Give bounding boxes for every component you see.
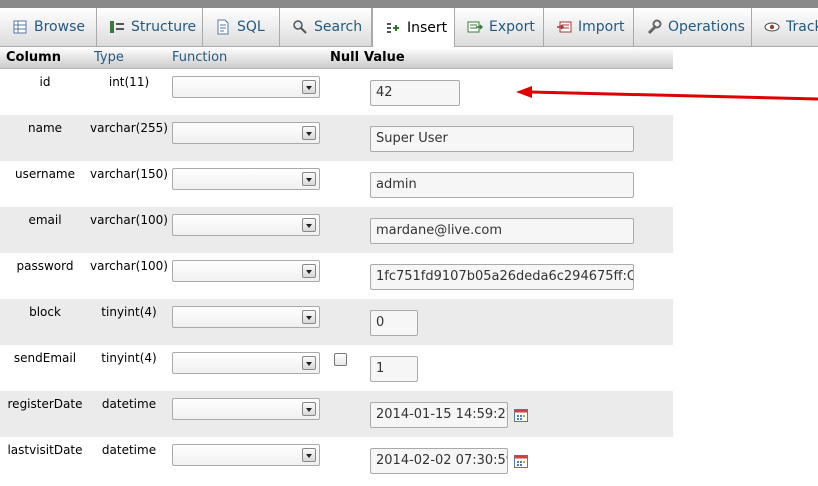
value-input[interactable]: 2014-01-15 14:59:27: [370, 402, 508, 428]
value-input[interactable]: 1: [370, 356, 418, 382]
chevron-down-icon: [302, 126, 316, 140]
sql-icon: [215, 19, 231, 35]
table-row: sendEmail tinyint(4) 1: [0, 345, 673, 391]
function-select[interactable]: [172, 352, 320, 374]
tab-sql[interactable]: SQL: [203, 8, 280, 46]
function-select[interactable]: [172, 306, 320, 328]
column-type: varchar(150): [90, 167, 168, 181]
column-type: tinyint(4): [101, 351, 157, 365]
insert-icon: [385, 20, 401, 36]
column-type: datetime: [101, 443, 157, 457]
table-row: id int(11) 42: [0, 69, 673, 115]
window-top-strip: [0, 0, 818, 8]
chevron-down-icon: [302, 80, 316, 94]
table-row: email varchar(100) mardane@live.com: [0, 207, 673, 253]
chevron-down-icon: [302, 356, 316, 370]
column-name: lastvisitDate: [7, 443, 83, 457]
tab-export-label: Export: [489, 19, 535, 35]
tab-bar: Browse Structure SQL Search Insert Expor…: [0, 8, 818, 47]
column-name: name: [27, 121, 63, 135]
chevron-down-icon: [302, 172, 316, 186]
chevron-down-icon: [302, 264, 316, 278]
column-name: id: [39, 75, 51, 89]
function-header[interactable]: Function: [172, 50, 227, 65]
type-header[interactable]: Type: [94, 50, 124, 65]
tab-export[interactable]: Export: [455, 8, 544, 46]
value-input[interactable]: 2014-02-02 07:30:59: [370, 448, 508, 474]
tracking-icon: [764, 19, 780, 35]
column-name: block: [29, 305, 61, 319]
chevron-down-icon: [302, 310, 316, 324]
column-name: sendEmail: [13, 351, 77, 365]
value-input[interactable]: Super User: [370, 126, 634, 152]
tab-operations-label: Operations: [668, 19, 745, 35]
tab-tracking[interactable]: Track: [752, 8, 818, 46]
value-input[interactable]: 0: [370, 310, 418, 336]
calendar-icon[interactable]: [514, 408, 528, 422]
function-select[interactable]: [172, 260, 320, 282]
insert-table-header: Column Type Function Null Value: [0, 47, 673, 69]
chevron-down-icon: [302, 218, 316, 232]
column-name: email: [28, 213, 62, 227]
table-row: username varchar(150) admin: [0, 161, 673, 207]
column-name: registerDate: [7, 397, 83, 411]
column-type: tinyint(4): [101, 305, 157, 319]
browse-icon: [12, 19, 28, 35]
tab-structure[interactable]: Structure: [97, 8, 203, 46]
null-checkbox[interactable]: [334, 353, 347, 366]
table-row: name varchar(255) Super User: [0, 115, 673, 161]
tab-import-label: Import: [578, 19, 625, 35]
tab-search-label: Search: [314, 19, 363, 35]
table-row: registerDate datetime 2014-01-15 14:59:2…: [0, 391, 673, 437]
value-input[interactable]: mardane@live.com: [370, 218, 634, 244]
tab-search[interactable]: Search: [280, 8, 372, 46]
function-select[interactable]: [172, 444, 320, 466]
tab-insert[interactable]: Insert: [372, 8, 455, 47]
operations-icon: [646, 19, 662, 35]
column-header: Column: [6, 50, 61, 65]
tab-browse-label: Browse: [34, 19, 85, 35]
column-type: varchar(100): [90, 213, 168, 227]
tab-import[interactable]: Import: [544, 8, 634, 46]
tab-insert-label: Insert: [407, 19, 448, 36]
structure-icon: [109, 19, 125, 35]
tab-sql-label: SQL: [237, 19, 265, 35]
calendar-icon[interactable]: [514, 454, 528, 468]
value-input[interactable]: 42: [370, 80, 460, 106]
chevron-down-icon: [302, 402, 316, 416]
table-row: password varchar(100) 1fc751fd9107b05a26…: [0, 253, 673, 299]
value-input[interactable]: admin: [370, 172, 634, 198]
column-name: username: [15, 167, 75, 181]
tab-browse[interactable]: Browse: [0, 8, 97, 46]
value-input[interactable]: 1fc751fd9107b05a26deda6c294675ff:QMoN: [370, 264, 634, 290]
column-type: datetime: [101, 397, 157, 411]
column-type: int(11): [108, 75, 150, 89]
column-type: varchar(100): [90, 259, 168, 273]
function-select[interactable]: [172, 122, 320, 144]
column-name: password: [16, 259, 74, 273]
table-row: lastvisitDate datetime 2014-02-02 07:30:…: [0, 437, 673, 483]
tab-operations[interactable]: Operations: [634, 8, 752, 46]
export-icon: [467, 19, 483, 35]
function-select[interactable]: [172, 398, 320, 420]
null-header: Null: [330, 50, 360, 65]
function-select[interactable]: [172, 168, 320, 190]
chevron-down-icon: [302, 448, 316, 462]
tab-tracking-label: Track: [786, 19, 818, 35]
function-select[interactable]: [172, 214, 320, 236]
value-header: Value: [364, 50, 405, 65]
column-type: varchar(255): [90, 121, 168, 135]
import-icon: [556, 19, 572, 35]
search-icon: [292, 19, 308, 35]
tab-structure-label: Structure: [131, 19, 197, 35]
function-select[interactable]: [172, 76, 320, 98]
table-row: block tinyint(4) 0: [0, 299, 673, 345]
